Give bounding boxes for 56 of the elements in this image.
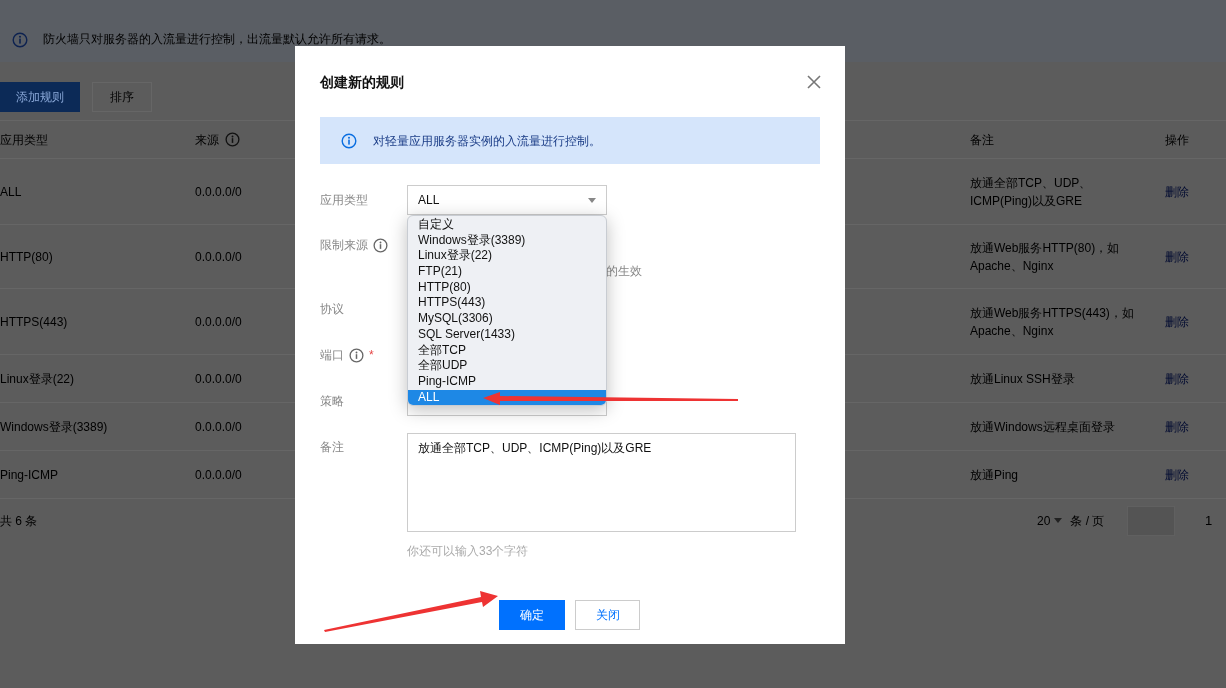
table-cell-text: 放通Ping [970,466,1020,484]
dropdown-option[interactable]: 全部UDP [408,358,606,374]
table-cell-text: 放通全部TCP、UDP、ICMP(Ping)以及GRE [970,174,1093,210]
dropdown-option[interactable]: 自定义 [408,217,606,233]
close-button[interactable]: 关闭 [575,600,640,630]
field-label: 备注 [320,439,344,456]
remark-textarea[interactable]: 放通全部TCP、UDP、ICMP(Ping)以及GRE [407,433,796,532]
notice-text: 防火墙只对服务器的入流量进行控制，出流量默认允许所有请求。 [43,31,391,48]
dropdown-option[interactable]: FTP(21) [408,264,606,280]
field-label: 端口 [320,347,344,364]
dropdown-option[interactable]: Windows登录(3389) [408,232,606,249]
dropdown-option[interactable]: Ping-ICMP [408,373,606,390]
confirm-button[interactable]: 确定 [499,600,565,630]
caret-icon [588,197,596,203]
info-icon [12,32,28,48]
table-cell: HTTP(80) [0,249,53,264]
dropdown-option[interactable]: 全部TCP [408,342,606,359]
table-cell: 0.0.0.0/0 [195,419,242,434]
field-label: 策略 [320,393,344,410]
column-header: 操作 [1165,131,1189,149]
table-cell: 0.0.0.0/0 [195,371,242,386]
dropdown-option[interactable]: MySQL(3306) [408,311,606,327]
column-header: 应用类型 [0,131,48,149]
dropdown-option[interactable]: HTTP(80) [408,279,606,296]
add-rule-button[interactable]: 添加规则 [0,82,80,112]
table-cell: HTTPS(443) [0,314,68,329]
field-label: 协议 [320,301,344,318]
table-cell: 0.0.0.0/0 [195,314,242,329]
dropdown-option[interactable]: Linux登录(22) [408,248,606,265]
table-cell-text: 放通Linux SSH登录 [970,370,1076,388]
table-cell: ALL [0,184,22,199]
column-header: 备注 [970,131,994,149]
table-cell: Windows登录(3389) [0,419,108,434]
hint-text: 你还可以输入33个字符 [407,543,530,560]
dropdown-option[interactable]: SQL Server(1433) [408,326,606,343]
info-icon [341,132,357,149]
table-cell-text: 放通Windows远程桌面登录 [970,418,1116,436]
table-cell-text: 放通Web服务HTTP(80)，如Apache、Nginx [970,239,1121,275]
field-label: 应用类型 [320,192,368,209]
page-number: 1 [1205,511,1213,530]
total-count: 共 6 条 [0,512,39,530]
field-label: 限制来源 [320,237,368,254]
table-cell: 0.0.0.0/0 [195,249,242,264]
table-cell: 0.0.0.0/0 [195,184,242,199]
required-mark: * [369,347,374,364]
column-header: 来源 [195,131,219,149]
dialog-title: 创建新的规则 [320,72,404,92]
dropdown-option[interactable]: HTTPS(443) [408,295,606,312]
table-cell: Linux登录(22) [0,371,75,386]
notice-text: 对轻量应用服务器实例的入流量进行控制。 [373,132,601,150]
table-cell: 0.0.0.0/0 [195,467,242,482]
table-cell-text: 放通Web服务HTTPS(443)，如Apache、Nginx [970,304,1135,340]
close-icon[interactable] [807,75,821,89]
caret-icon [1054,518,1063,523]
hint-text: 的生效 [606,263,642,280]
table-cell: Ping-ICMP [0,467,58,482]
